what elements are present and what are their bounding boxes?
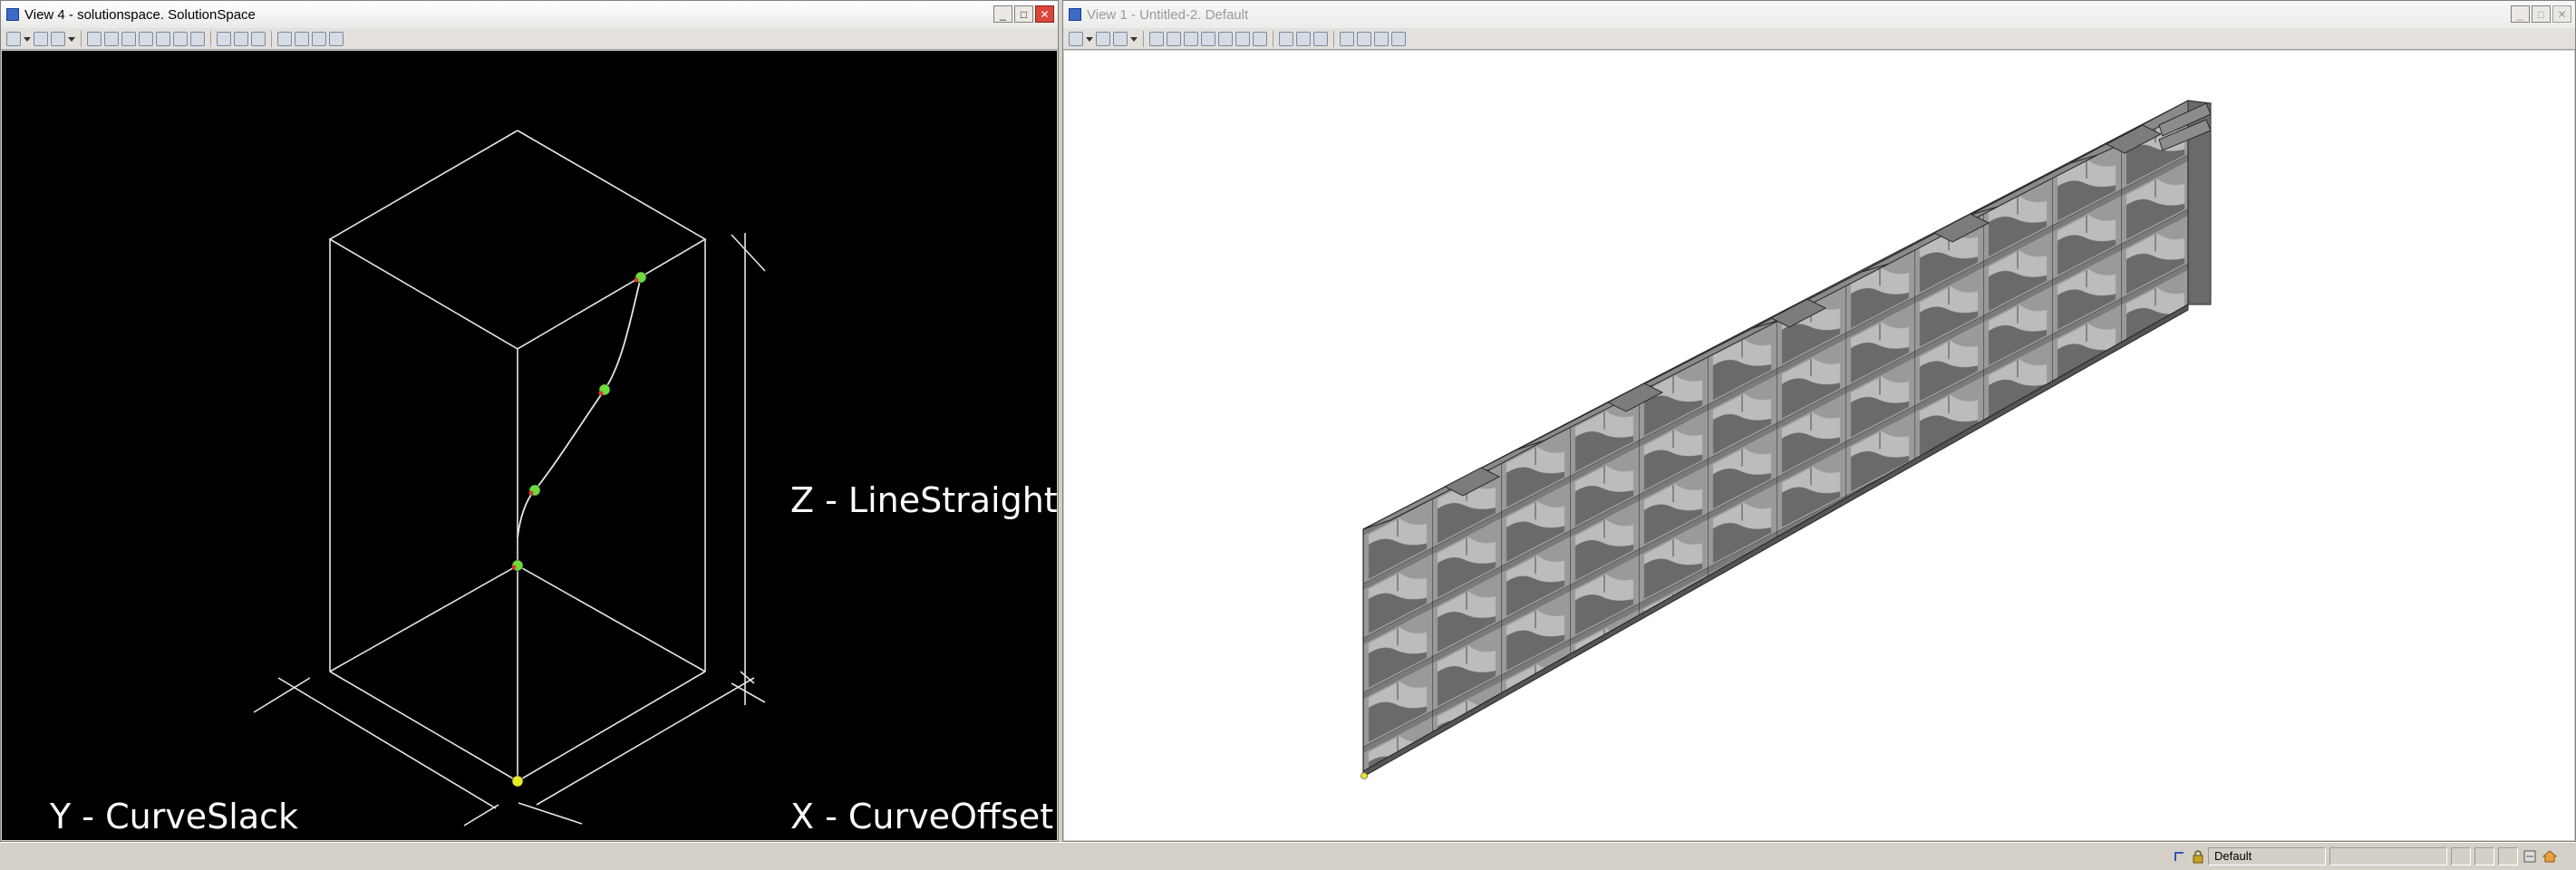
control-point-marker [598,391,604,396]
status-field [2329,847,2447,865]
model-origin-point [1361,772,1368,779]
render-icon[interactable] [1113,31,1128,46]
close-button[interactable]: ✕ [2552,5,2571,23]
view-attributes-icon[interactable] [6,31,21,46]
dimension-tick [518,802,583,825]
next-view-icon[interactable] [251,31,266,46]
window-area-icon[interactable] [139,31,153,46]
update-icon[interactable] [87,31,102,46]
status-field [2451,847,2471,865]
left-view-window: View 4 - solutionspace. SolutionSpace _ … [0,0,1059,842]
y-axis-label: Y - CurveSlack [50,797,299,836]
toggle-view-icon[interactable] [329,31,344,46]
dimension-tick [731,234,766,272]
solution-curve [517,276,642,538]
control-point-marker [528,490,534,496]
left-window-controls: _ □ ✕ [993,5,1054,23]
dimension-tick [253,677,311,713]
clip-volume-icon[interactable] [295,31,309,46]
update-icon[interactable] [1149,31,1164,46]
view-attributes-icon[interactable] [1069,31,1083,46]
pan-view-icon[interactable] [1253,31,1267,46]
previous-view-icon[interactable] [1296,31,1311,46]
toolbar-separator [1143,30,1144,47]
view-rotation-icon[interactable] [277,31,292,46]
x-axis-label: X - CurveOffset [790,797,1054,836]
minimize-button[interactable]: _ [2511,5,2530,23]
close-button[interactable]: ✕ [1035,5,1054,23]
right-window-title: View 1 - Untitled-2. Default [1087,6,1249,23]
camera-icon[interactable] [312,31,326,46]
dimension-tick [731,682,766,703]
app-icon [6,8,19,21]
toggle-view-icon[interactable] [1391,31,1406,46]
settings-icon[interactable] [2522,848,2538,865]
zoom-out-icon[interactable] [121,31,136,46]
box-top-face [328,130,707,350]
box-edge [517,671,706,782]
maximize-button[interactable]: □ [1014,5,1033,23]
view-rotation-icon[interactable] [1340,31,1354,46]
minimize-button[interactable]: _ [993,5,1012,23]
fit-view-icon[interactable] [156,31,170,46]
right-view-toolbar [1063,28,2575,50]
solution-space-wireframe [253,130,766,826]
chevron-down-icon[interactable] [1086,32,1093,46]
app-icon [1069,8,1081,21]
window-area-icon[interactable] [1201,31,1215,46]
active-level-field[interactable]: Default [2208,847,2326,865]
y-dimension-line [277,677,497,809]
solution-space-viewport[interactable]: Z - LineStraight Y - CurveSlack X - Curv… [2,51,1058,840]
right-window-controls: _ □ ✕ [2511,5,2571,23]
home-icon[interactable] [2542,848,2558,865]
status-field [2474,847,2494,865]
previous-view-icon[interactable] [234,31,248,46]
pan-view-icon[interactable] [190,31,205,46]
zoom-in-icon[interactable] [104,31,119,46]
toolbar-separator [210,30,211,47]
display-style-icon[interactable] [34,31,48,46]
dimension-tick [463,804,499,826]
status-field [2498,847,2518,865]
left-window-title: View 4 - solutionspace. SolutionSpace [24,6,256,23]
right-view-window: View 1 - Untitled-2. Default _ □ ✕ [1062,0,2576,842]
display-style-icon[interactable] [1096,31,1110,46]
render-icon[interactable] [51,31,65,46]
next-view-icon[interactable] [1313,31,1328,46]
zoom-out-icon[interactable] [1184,31,1198,46]
toolbar-separator [81,30,82,47]
wall-face [1363,101,2188,771]
right-window-titlebar[interactable]: View 1 - Untitled-2. Default _ □ ✕ [1063,1,2575,28]
control-point-marker [634,277,639,283]
walk-icon[interactable] [1279,31,1293,46]
z-axis-label: Z - LineStraight [790,480,1058,520]
clip-volume-icon[interactable] [1357,31,1371,46]
rotate-view-icon[interactable] [1235,31,1250,46]
maximize-button[interactable]: □ [2532,5,2551,23]
rotate-view-icon[interactable] [173,31,188,46]
zoom-in-icon[interactable] [1167,31,1181,46]
chevron-down-icon[interactable] [24,32,31,46]
toolbar-separator [1333,30,1334,47]
x-dimension-line [536,677,755,806]
fit-view-icon[interactable] [1218,31,1233,46]
left-view-toolbar [1,28,1058,50]
left-window-titlebar[interactable]: View 4 - solutionspace. SolutionSpace _ … [1,1,1058,28]
model-viewport[interactable] [1064,51,2574,840]
camera-icon[interactable] [1374,31,1389,46]
chevron-down-icon[interactable] [68,32,75,46]
wall-model [1361,100,2213,779]
toolbar-separator [271,30,272,47]
control-point-marker [511,565,517,570]
lock-icon[interactable] [2190,848,2206,865]
status-bar: Default [0,842,2576,870]
walk-icon[interactable] [217,31,231,46]
chevron-down-icon[interactable] [1130,32,1138,46]
origin-point [511,775,524,788]
snap-icon[interactable] [2172,848,2188,865]
